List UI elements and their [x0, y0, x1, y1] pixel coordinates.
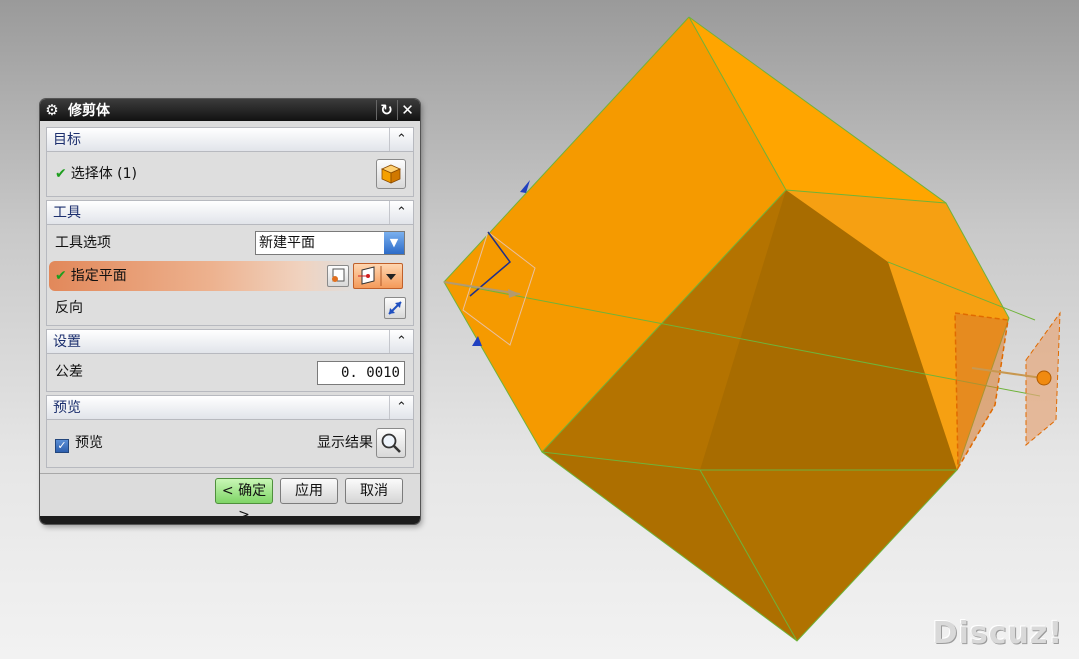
section-title-target: 目标 [53, 132, 81, 148]
solid-body-icon [381, 164, 401, 184]
tolerance-label: 公差 [55, 364, 83, 380]
section-body-settings: 公差 0. 0010 [46, 354, 414, 392]
section-title-tool: 工具 [53, 205, 81, 221]
trim-body-dialog: ⚙ 修剪体 ↻ ✕ 目标 ⌃ ✔ 选择体 (1) 工具 ⌃ 工具选项 新建平面 … [40, 99, 420, 524]
dialog-title: 修剪体 [68, 103, 110, 119]
section-header-preview[interactable]: 预览 ⌃ [46, 395, 414, 420]
select-body-label: 选择体 (1) [70, 166, 138, 182]
specify-plane-label: 指定平面 [70, 268, 127, 284]
section-body-tool: 工具选项 新建平面 ▼ ✔ 指定平面 反向 [46, 225, 414, 326]
ok-button[interactable]: < 确定 > [215, 478, 273, 523]
plane-dialog-icon [332, 268, 345, 282]
checkbox-checked-icon[interactable]: ✓ [55, 439, 69, 453]
specify-plane-row[interactable]: ✔ 指定平面 [47, 259, 413, 293]
reverse-row: 反向 [47, 293, 413, 323]
section-body-target: ✔ 选择体 (1) [46, 152, 414, 197]
cancel-button[interactable]: 取消 [345, 478, 403, 504]
chevron-up-icon[interactable]: ⌃ [389, 201, 413, 224]
preview-checkbox[interactable]: ✓ 预览 [55, 428, 103, 458]
dialog-titlebar[interactable]: ⚙ 修剪体 ↻ ✕ [40, 99, 420, 121]
gear-icon[interactable]: ⚙ [40, 101, 64, 119]
section-title-preview: 预览 [53, 400, 81, 416]
plane-origin-handle[interactable] [1036, 370, 1052, 386]
chevron-down-icon[interactable]: ▼ [384, 232, 404, 254]
section-header-target[interactable]: 目标 ⌃ [46, 127, 414, 152]
select-body-button[interactable] [376, 159, 406, 189]
magnifier-icon [381, 433, 401, 453]
tolerance-input[interactable]: 0. 0010 [317, 361, 405, 385]
preview-label: 预览 [75, 435, 103, 451]
close-icon[interactable]: ✕ [397, 100, 417, 120]
plane-type-dropdown[interactable] [353, 263, 403, 289]
chevron-up-icon[interactable]: ⌃ [389, 396, 413, 419]
section-header-settings[interactable]: 设置 ⌃ [46, 329, 414, 354]
apply-button[interactable]: 应用 [280, 478, 338, 504]
dialog-bottom-strip [40, 516, 420, 524]
chevron-up-icon[interactable]: ⌃ [389, 330, 413, 353]
preview-row: ✓ 预览 显示结果 [47, 428, 413, 458]
chevron-up-icon[interactable]: ⌃ [389, 128, 413, 151]
tool-option-value: 新建平面 [259, 235, 315, 251]
plane-dialog-button[interactable] [327, 265, 349, 287]
tool-option-label: 工具选项 [55, 235, 111, 251]
footer-separator [40, 473, 420, 474]
section-body-preview: ✓ 预览 显示结果 [46, 420, 414, 468]
check-icon: ✔ [55, 268, 67, 284]
reset-icon[interactable]: ↻ [376, 100, 396, 120]
trim-plane[interactable] [954, 311, 1061, 471]
tolerance-row: 公差 0. 0010 [47, 357, 413, 387]
show-result-label: 显示结果 [317, 435, 373, 451]
show-result-button[interactable] [376, 428, 406, 458]
solid-body[interactable] [443, 16, 1041, 642]
tool-option-row: 工具选项 新建平面 ▼ [47, 228, 413, 258]
select-body-row[interactable]: ✔ 选择体 (1) [47, 159, 413, 189]
check-icon: ✔ [55, 166, 67, 182]
tool-option-select[interactable]: 新建平面 ▼ [255, 231, 405, 255]
reverse-direction-icon [388, 301, 402, 315]
reverse-label: 反向 [55, 300, 83, 316]
inferred-plane-icon [358, 266, 396, 286]
reverse-direction-button[interactable] [384, 297, 406, 319]
section-header-tool[interactable]: 工具 ⌃ [46, 200, 414, 225]
section-title-settings: 设置 [53, 334, 81, 350]
watermark-logo: Discuz! [932, 616, 1063, 651]
